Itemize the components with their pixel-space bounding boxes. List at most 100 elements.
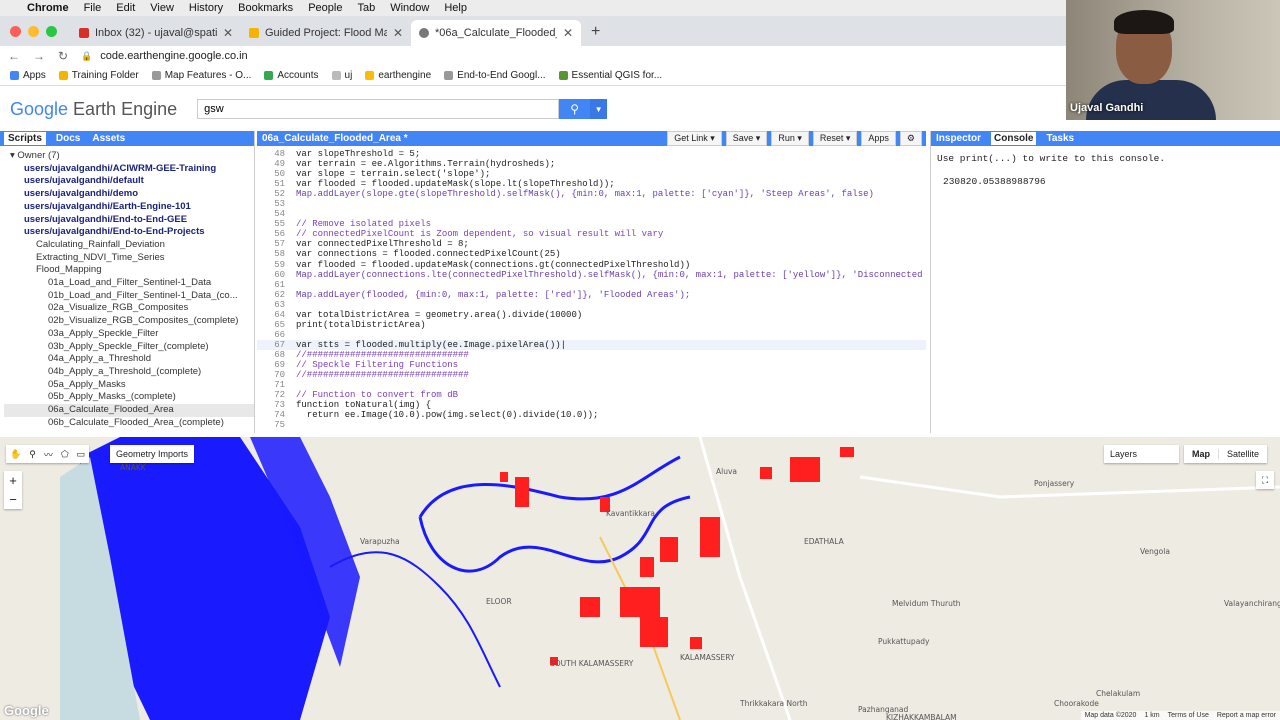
reload-icon[interactable]: ↻ [58,49,68,63]
tree-item[interactable]: 01a_Load_and_Filter_Sentinel-1_Data [4,277,254,290]
code-line[interactable]: 48 var slopeThreshold = 5; [257,149,926,159]
menu-people[interactable]: People [308,2,342,14]
code-line[interactable]: 57 var connectedPixelThreshold = 8; [257,239,926,249]
save-button[interactable]: Save ▾ [725,131,768,146]
code-line[interactable]: 59 var flooded = flooded.updateMask(conne… [257,260,926,270]
menu-window[interactable]: Window [390,2,429,14]
code-line[interactable]: 62 Map.addLayer(flooded, {min:0, max:1, p… [257,290,926,300]
code-line[interactable]: 70 //############################## [257,370,926,380]
close-tab-icon[interactable]: ✕ [563,26,573,40]
app-menu[interactable]: Chrome [27,2,69,14]
code-line[interactable]: 52 Map.addLayer(slope.gte(slopeThreshold)… [257,189,926,199]
bookmark-training-folder[interactable]: Training Folder [58,70,139,81]
tree-item[interactable]: 02b_Visualize_RGB_Composites_(complete) [4,315,254,328]
minimize-window-icon[interactable] [28,26,39,37]
menu-bookmarks[interactable]: Bookmarks [238,2,293,14]
bookmark-end-to-end[interactable]: End-to-End Googl... [444,70,546,81]
code-area[interactable]: 48 var slopeThreshold = 5; 49 var terrain =… [257,146,926,431]
code-line[interactable]: 58 var connections = flooded.connectedPix… [257,249,926,259]
code-line[interactable]: 71 [257,380,926,390]
zoom-out-button[interactable]: − [9,492,17,507]
tree-item[interactable]: 05a_Apply_Masks [4,379,254,392]
map-type-satellite[interactable]: Satellite [1218,449,1267,459]
tree-item[interactable]: Calculating_Rainfall_Deviation [4,239,254,252]
get-link-button[interactable]: Get Link ▾ [667,131,722,146]
back-icon[interactable]: ← [8,49,20,63]
code-line[interactable]: 53 [257,199,926,209]
code-line[interactable]: 61 [257,280,926,290]
tab-guided-project[interactable]: Guided Project: Flood Mapping ✕ [241,20,411,46]
tree-item[interactable]: users/ujavalgandhi/demo [4,188,254,201]
tree-item[interactable]: 06a_Calculate_Flooded_Area [4,404,254,417]
code-line[interactable]: 67 var stts = flooded.multiply(ee.Image.p… [257,339,926,350]
tab-scripts[interactable]: Scripts [4,132,46,145]
tree-item[interactable]: Flood_Mapping [4,264,254,277]
tab-console[interactable]: Console [991,132,1037,145]
code-line[interactable]: 56 // connectedPixelCount is Zoom depende… [257,229,926,239]
tree-owner[interactable]: ▾ Owner (7) [4,150,254,163]
code-line[interactable]: 54 [257,209,926,219]
layers-button[interactable]: Layers [1104,445,1179,463]
point-marker-icon[interactable]: ⚲ [29,449,36,460]
tab-assets[interactable]: Assets [92,133,125,144]
bookmark-accounts[interactable]: Accounts [264,70,319,81]
code-line[interactable]: 69 // Speckle Filtering Functions [257,360,926,370]
run-button[interactable]: Run ▾ [771,131,809,146]
line-draw-icon[interactable]: 〰 [44,448,53,461]
code-line[interactable]: 55 // Remove isolated pixels [257,219,926,229]
menu-help[interactable]: Help [444,2,467,14]
terms-link[interactable]: Terms of Use [1168,712,1209,719]
map-view[interactable]: Aluva Kavantikkara EDATHALA Varapuzha ELOOR V… [0,437,1280,720]
geometry-imports-button[interactable]: Geometry Imports [110,445,195,463]
code-line[interactable]: 64 var totalDistrictArea = geometry.area(… [257,310,926,320]
tab-code-editor[interactable]: *06a_Calculate_Flooded_Area ✕ [411,20,581,46]
tree-item[interactable]: 03a_Apply_Speckle_Filter [4,328,254,341]
tab-docs[interactable]: Docs [56,133,80,144]
tree-item[interactable]: users/ujavalgandhi/Earth-Engine-101 [4,201,254,214]
bookmark-apps[interactable]: Apps [10,70,46,81]
close-tab-icon[interactable]: ✕ [223,26,233,40]
apps-button[interactable]: Apps [861,131,896,146]
tree-item[interactable]: users/ujavalgandhi/default [4,175,254,188]
close-tab-icon[interactable]: ✕ [393,26,403,40]
tab-inspector[interactable]: Inspector [936,133,981,144]
menu-file[interactable]: File [84,2,102,14]
menu-tab[interactable]: Tab [357,2,375,14]
tree-item[interactable]: users/ujavalgandhi/ACIWRM-GEE-Training [4,163,254,176]
tree-item[interactable]: 04b_Apply_a_Threshold_(complete) [4,366,254,379]
rectangle-draw-icon[interactable]: ▭ [77,449,86,460]
menu-edit[interactable]: Edit [116,2,135,14]
earth-engine-logo[interactable]: Google Earth Engine [10,99,177,120]
tree-item[interactable]: 06b_Calculate_Flooded_Area_(complete) [4,417,254,430]
code-line[interactable]: 51 var flooded = flooded.updateMask(slope… [257,179,926,189]
code-line[interactable]: 66 [257,330,926,340]
tab-inbox[interactable]: Inbox (32) - ujaval@spatialtho ✕ [71,20,241,46]
map-type-map[interactable]: Map [1184,449,1218,459]
menu-history[interactable]: History [189,2,223,14]
zoom-in-button[interactable]: + [9,473,17,488]
bookmark-uj[interactable]: uj [331,70,352,81]
tree-item[interactable]: users/ujavalgandhi/End-to-End-Projects [4,226,254,239]
code-line[interactable]: 68 //############################## [257,350,926,360]
report-error-link[interactable]: Report a map error [1217,712,1276,719]
maximize-window-icon[interactable] [46,26,57,37]
polygon-draw-icon[interactable]: ⬠ [61,449,69,460]
bookmark-earthengine[interactable]: earthengine [365,70,431,81]
tab-tasks[interactable]: Tasks [1046,133,1074,144]
close-window-icon[interactable] [10,26,21,37]
console-value[interactable]: 230820.05388988796 [943,174,1274,189]
search-input[interactable] [197,99,560,119]
fullscreen-button[interactable]: ⛶ [1256,471,1274,489]
url-field[interactable]: code.earthengine.google.co.in [100,50,247,62]
tree-item[interactable]: 01b_Load_and_Filter_Sentinel-1_Data_(co.… [4,290,254,303]
code-line[interactable]: 60 Map.addLayer(connections.lte(connected… [257,270,926,280]
code-line[interactable]: 74 return ee.Image(10.0).pow(img.select(… [257,410,926,420]
tree-item[interactable]: 03b_Apply_Speckle_Filter_(complete) [4,341,254,354]
tree-item[interactable]: 04a_Apply_a_Threshold [4,353,254,366]
pan-hand-icon[interactable]: ✋ [10,449,21,460]
settings-gear-icon[interactable]: ⚙ [899,131,922,146]
tree-item[interactable]: 05b_Apply_Masks_(complete) [4,391,254,404]
tree-item[interactable]: users/ujavalgandhi/End-to-End-GEE [4,214,254,227]
search-button[interactable]: ⚲ [559,99,591,119]
bookmark-map-features[interactable]: Map Features - O... [151,70,251,81]
